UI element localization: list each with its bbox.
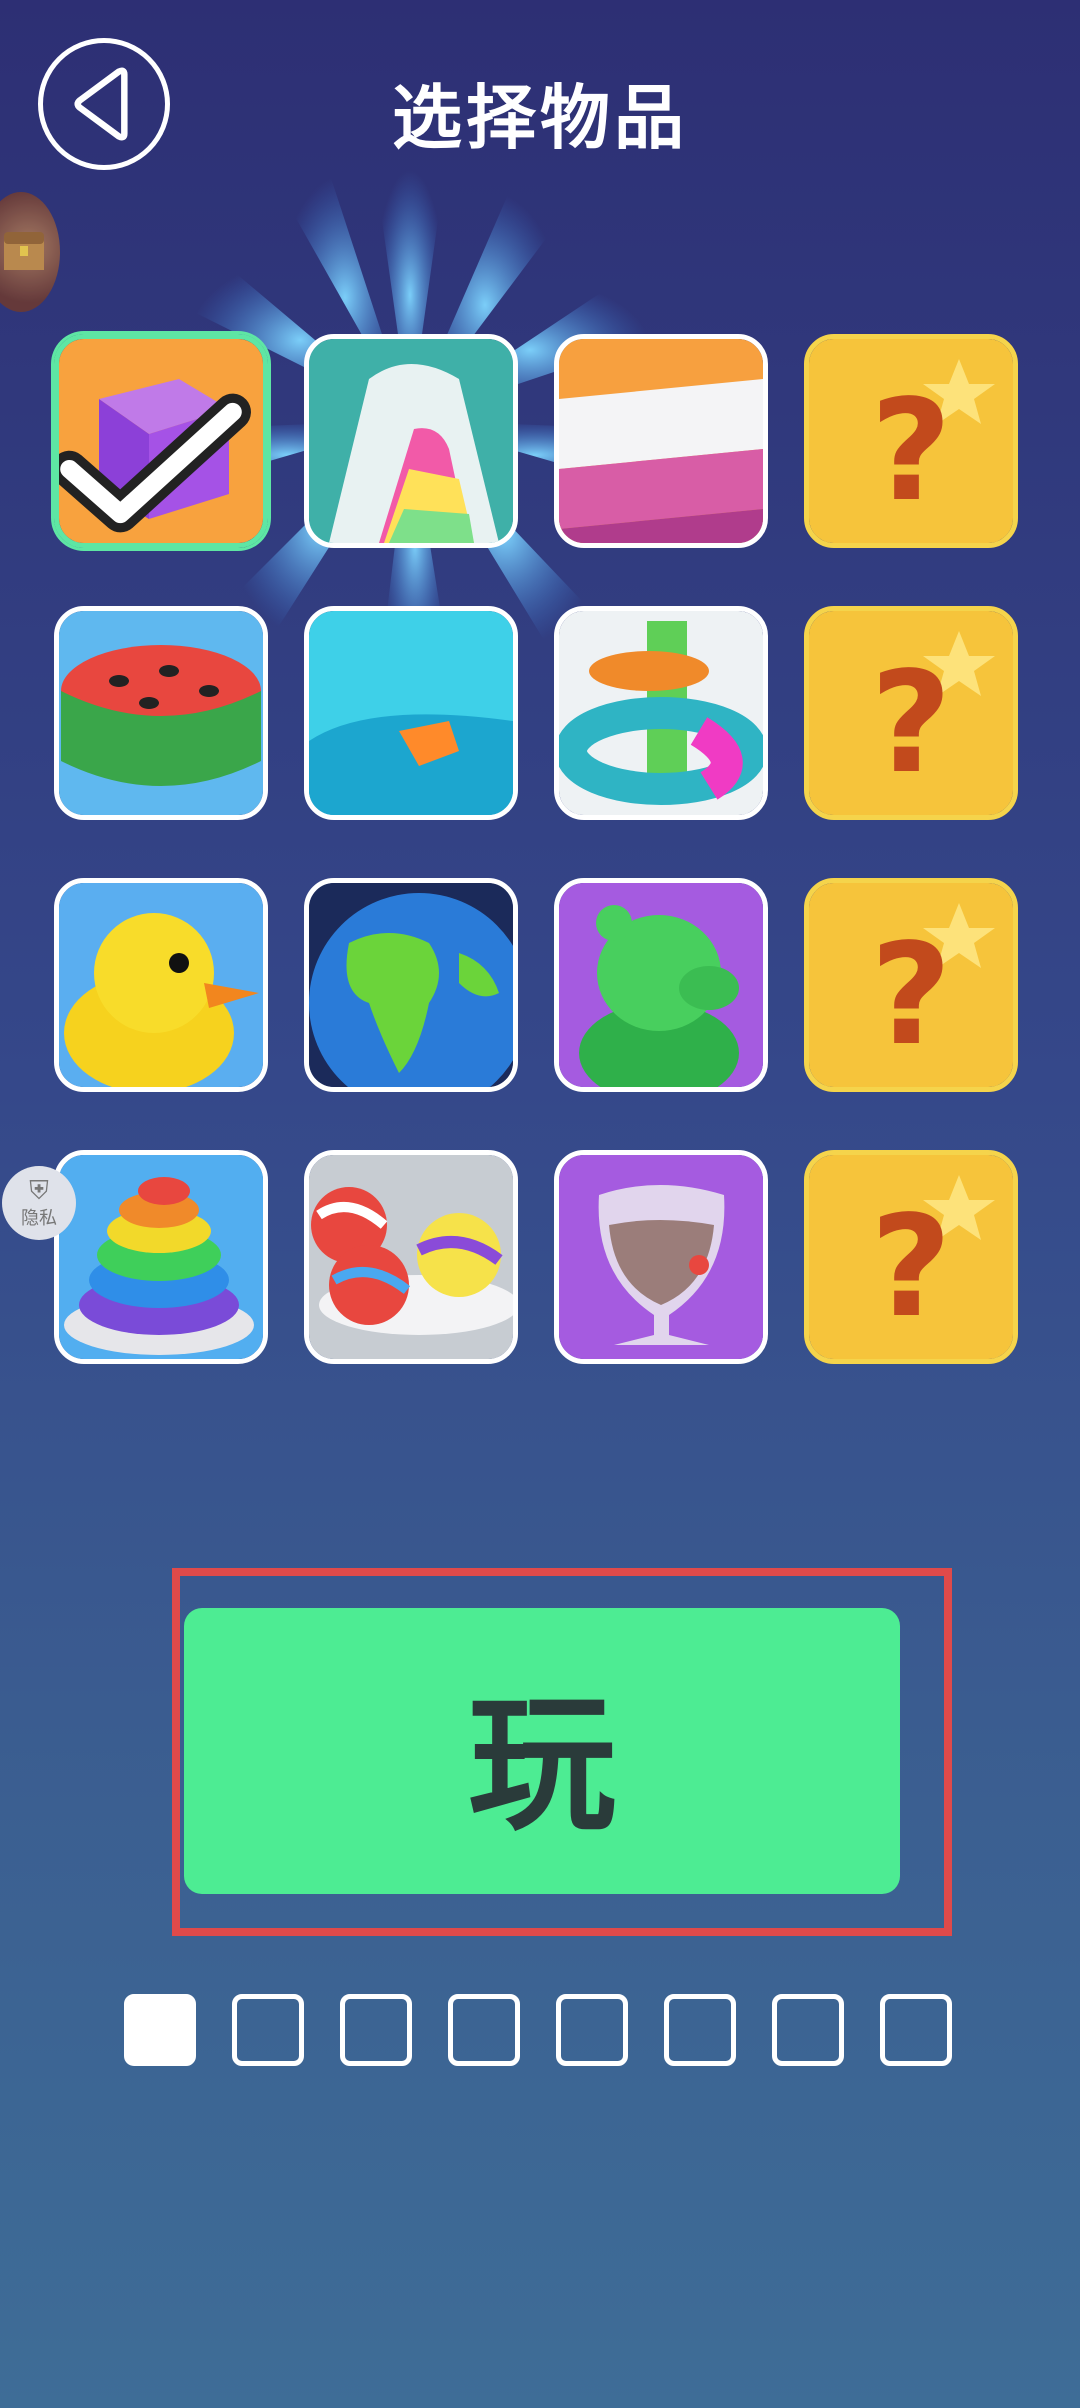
page-dot-8[interactable] [880,1994,952,2066]
svg-text:?: ? [870,914,951,1077]
page-dot-7[interactable] [772,1994,844,2066]
page-dot-2[interactable] [232,1994,304,2066]
svg-text:?: ? [870,370,951,533]
item-watermelon[interactable] [54,606,268,820]
item-mystery-4[interactable]: ? [804,1150,1018,1364]
page-dot-4[interactable] [448,1994,520,2066]
item-grid: ? ? ? ? [0,0,1080,1400]
item-pink-block[interactable] [554,334,768,548]
item-ring-stack[interactable] [554,606,768,820]
privacy-badge[interactable]: ⛨ 隐私 [2,1166,76,1240]
item-smoothie-glass[interactable] [554,1150,768,1364]
item-water-slide[interactable] [304,606,518,820]
svg-text:?: ? [870,1186,951,1349]
svg-text:?: ? [870,642,951,805]
item-beach-balls[interactable] [304,1150,518,1364]
item-rainbow-swirl[interactable] [54,1150,268,1364]
page-dot-1[interactable] [124,1994,196,2066]
item-mystery-3[interactable]: ? [804,878,1018,1092]
shield-icon: ⛨ [29,1176,49,1206]
item-rubber-duck[interactable] [54,878,268,1092]
item-earth-globe[interactable] [304,878,518,1092]
page-dot-3[interactable] [340,1994,412,2066]
item-rainbow-arch[interactable] [304,334,518,548]
checkmark-icon [59,393,251,533]
pagination [124,1994,964,2066]
item-mystery-1[interactable]: ? [804,334,1018,548]
item-purple-cube[interactable] [54,334,268,548]
play-button[interactable]: 玩 [184,1608,900,1894]
page-dot-6[interactable] [664,1994,736,2066]
item-green-bear[interactable] [554,878,768,1092]
page-dot-5[interactable] [556,1994,628,2066]
item-mystery-2[interactable]: ? [804,606,1018,820]
privacy-label: 隐私 [21,1208,57,1229]
